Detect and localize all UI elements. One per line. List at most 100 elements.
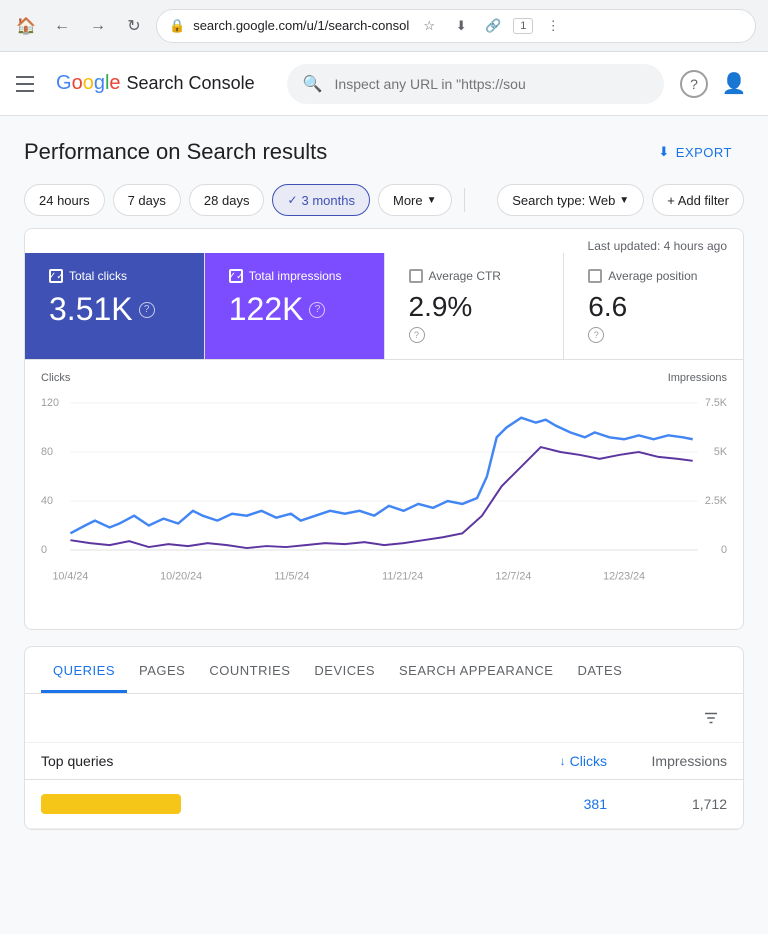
browser-nav: 🏠 ← → ↻ xyxy=(12,12,148,40)
table-filter-row xyxy=(25,694,743,743)
page-header: Performance on Search results ⬇ EXPORT xyxy=(24,136,744,168)
check-icon: ✓ xyxy=(287,193,297,207)
chart-card: Last updated: 4 hours ago ✓ Total clicks… xyxy=(24,228,744,630)
clicks-value: 3.51K ? xyxy=(49,291,180,328)
query-cell xyxy=(41,794,487,814)
filter-more-label: More xyxy=(393,193,423,208)
browser-chrome: 🏠 ← → ↻ 🔒 search.google.com/u/1/search-c… xyxy=(0,0,768,52)
impressions-info-icon[interactable]: ? xyxy=(309,302,325,318)
search-type-button[interactable]: Search type: Web ▼ xyxy=(497,184,644,216)
impressions-checkbox[interactable]: ✓ xyxy=(229,269,243,283)
sort-arrow-icon: ↓ xyxy=(560,754,566,768)
position-info-icon[interactable]: ? xyxy=(588,327,604,343)
clicks-checkbox[interactable]: ✓ xyxy=(49,269,63,283)
tab-queries[interactable]: QUERIES xyxy=(41,647,127,693)
query-redacted xyxy=(41,794,181,814)
svg-text:2.5K: 2.5K xyxy=(705,495,728,507)
account-icon[interactable]: 👤 xyxy=(716,66,752,102)
svg-text:11/5/24: 11/5/24 xyxy=(274,570,309,582)
url-search-bar[interactable]: 🔍 xyxy=(287,64,664,104)
metric-average-position[interactable]: Average position 6.6 ? xyxy=(564,253,743,359)
impressions-cell: 1,712 xyxy=(607,796,727,812)
ctr-checkbox[interactable] xyxy=(409,269,423,283)
reload-icon[interactable]: ↻ xyxy=(120,12,148,40)
share-icon[interactable]: 🔗 xyxy=(481,14,505,38)
svg-text:7.5K: 7.5K xyxy=(705,397,728,409)
impressions-value: 122K ? xyxy=(229,291,360,328)
position-checkbox[interactable] xyxy=(588,269,602,283)
svg-text:12/23/24: 12/23/24 xyxy=(603,570,645,582)
clicks-cell: 381 xyxy=(487,796,607,812)
metric-clicks-header: ✓ Total clicks xyxy=(49,269,180,283)
svg-text:5K: 5K xyxy=(714,446,728,458)
home-icon[interactable]: 🏠 xyxy=(12,12,40,40)
add-filter-label: + Add filter xyxy=(667,193,729,208)
tab-pages[interactable]: PAGES xyxy=(127,647,197,693)
table-row: 381 1,712 xyxy=(25,780,743,829)
filter-24hours[interactable]: 24 hours xyxy=(24,184,105,216)
back-icon[interactable]: ← xyxy=(48,12,76,40)
filter-7days[interactable]: 7 days xyxy=(113,184,181,216)
security-icon: 🔒 xyxy=(169,18,185,34)
download-icon[interactable]: ⬇ xyxy=(449,14,473,38)
menu-dots-icon[interactable]: ⋮ xyxy=(541,14,565,38)
svg-text:40: 40 xyxy=(41,495,53,507)
impressions-label: Total impressions xyxy=(249,269,342,283)
filter-28days[interactable]: 28 days xyxy=(189,184,265,216)
svg-text:0: 0 xyxy=(721,544,727,556)
svg-text:10/20/24: 10/20/24 xyxy=(160,570,202,582)
table-header: Top queries ↓ Clicks Impressions xyxy=(25,743,743,780)
hamburger-menu[interactable] xyxy=(16,72,40,96)
filter-3months[interactable]: ✓ 3 months xyxy=(272,184,370,216)
tab-countries[interactable]: COUNTRIES xyxy=(197,647,302,693)
export-label: EXPORT xyxy=(676,145,732,160)
col-header-clicks[interactable]: ↓ Clicks xyxy=(487,753,607,769)
tab-dates[interactable]: DATES xyxy=(565,647,634,693)
col-header-impressions: Impressions xyxy=(607,753,727,769)
search-type-chevron: ▼ xyxy=(619,195,629,206)
metric-ctr-header: Average CTR xyxy=(409,269,540,283)
page-content: Performance on Search results ⬇ EXPORT 2… xyxy=(0,116,768,850)
metric-total-impressions[interactable]: ✓ Total impressions 122K ? xyxy=(205,253,385,359)
forward-icon[interactable]: → xyxy=(84,12,112,40)
tab-devices[interactable]: DEVICES xyxy=(302,647,387,693)
clicks-label: Total clicks xyxy=(69,269,127,283)
search-type-label: Search type: Web xyxy=(512,193,615,208)
last-updated: Last updated: 4 hours ago xyxy=(25,229,743,253)
svg-text:120: 120 xyxy=(41,397,59,409)
page-title: Performance on Search results xyxy=(24,139,327,165)
table-filter-icon[interactable] xyxy=(695,702,727,734)
col-header-query: Top queries xyxy=(41,753,487,769)
tabs-bar: QUERIES PAGES COUNTRIES DEVICES SEARCH A… xyxy=(25,647,743,694)
svg-text:11/21/24: 11/21/24 xyxy=(382,570,423,582)
extension-icon[interactable]: 1 xyxy=(513,18,533,34)
metric-impressions-header: ✓ Total impressions xyxy=(229,269,360,283)
tabs-card: QUERIES PAGES COUNTRIES DEVICES SEARCH A… xyxy=(24,646,744,830)
export-button[interactable]: ⬇ EXPORT xyxy=(646,136,744,168)
metrics-row: ✓ Total clicks 3.51K ? ✓ Total impressio… xyxy=(25,253,743,360)
clicks-info-icon[interactable]: ? xyxy=(139,302,155,318)
impressions-axis-label: Impressions xyxy=(668,372,727,384)
ctr-info-icon[interactable]: ? xyxy=(409,327,425,343)
svg-text:10/4/24: 10/4/24 xyxy=(52,570,88,582)
ctr-label: Average CTR xyxy=(429,269,501,283)
help-icon[interactable]: ? xyxy=(680,70,708,98)
chevron-down-icon: ▼ xyxy=(427,195,437,206)
svg-text:0: 0 xyxy=(41,544,47,556)
metric-total-clicks[interactable]: ✓ Total clicks 3.51K ? xyxy=(25,253,205,359)
logo: Google Search Console xyxy=(56,72,255,95)
tab-search-appearance[interactable]: SEARCH APPEARANCE xyxy=(387,647,565,693)
clicks-axis-label: Clicks xyxy=(41,372,70,384)
address-bar-icons: ☆ ⬇ 🔗 1 ⋮ xyxy=(417,14,565,38)
metric-average-ctr[interactable]: Average CTR 2.9% ? xyxy=(385,253,565,359)
metric-position-header: Average position xyxy=(588,269,719,283)
address-bar[interactable]: 🔒 search.google.com/u/1/search-consol ☆ … xyxy=(156,9,756,43)
url-search-input[interactable] xyxy=(335,76,648,92)
filter-3months-label: 3 months xyxy=(302,193,355,208)
filter-bar: 24 hours 7 days 28 days ✓ 3 months More … xyxy=(24,184,744,216)
position-label: Average position xyxy=(608,269,697,283)
filter-more[interactable]: More ▼ xyxy=(378,184,452,216)
bookmark-icon[interactable]: ☆ xyxy=(417,14,441,38)
chart-area: Clicks Impressions 120 80 40 0 7.5K 5K 2… xyxy=(25,360,743,629)
add-filter-button[interactable]: + Add filter xyxy=(652,184,744,216)
